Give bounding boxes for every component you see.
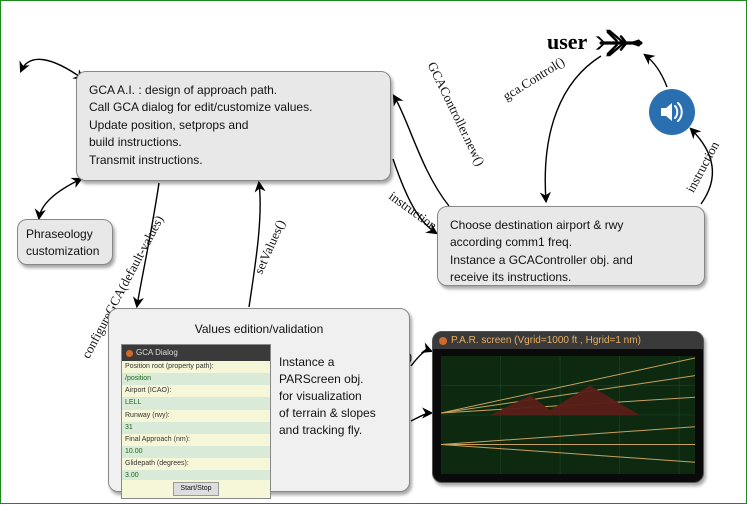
values-desc-line: PARScreen obj. — [279, 371, 397, 388]
values-desc-line: of terrain & slopes — [279, 405, 397, 422]
ai-line: Update position, setprops and — [89, 117, 378, 134]
phraseology-box: Phraseology customization — [17, 219, 113, 265]
user-label: user — [547, 29, 587, 55]
par-screen: P.A.R. screen (Vgrid=1000 ft , Hgrid=1 n… — [432, 331, 704, 483]
start-stop-button[interactable]: Start/Stop — [173, 482, 218, 496]
values-description: Instance a PARScreen obj. for visualizat… — [279, 344, 397, 499]
choose-box: Choose destination airport & rwy accordi… — [437, 206, 705, 286]
dialog-row-value: 10.00 — [122, 446, 270, 458]
dialog-rows: Position root (property path): /position… — [122, 361, 270, 480]
choose-line: receive its instructions. — [450, 269, 692, 286]
choose-line: Choose destination airport & rwy — [450, 217, 692, 234]
ai-line: Call GCA dialog for edit/customize value… — [89, 99, 378, 116]
phrase-line: Phraseology — [26, 226, 104, 243]
dialog-row-value: LELL — [122, 397, 270, 409]
close-icon — [126, 350, 133, 357]
choose-line: Instance a GCAController obj. and — [450, 252, 692, 269]
speaker-icon — [649, 89, 695, 135]
ai-line: Transmit instructions. — [89, 152, 378, 169]
phrase-line: customization — [26, 243, 104, 260]
dialog-row-label: Glidepath (degrees): — [122, 458, 270, 470]
ai-line: GCA A.I. : design of approach path. — [89, 82, 378, 99]
dialog-row-value: 3.00 — [122, 470, 270, 480]
edge-gca-control: gca.Control() — [500, 54, 568, 104]
dialog-title: GCA Dialog — [136, 347, 178, 359]
dialog-row-label: Airport (ICAO): — [122, 385, 270, 397]
dialog-row-value: 31 — [122, 422, 270, 434]
values-box: Values edition/validation GCA Dialog Pos… — [108, 308, 410, 492]
close-icon — [439, 337, 447, 345]
dialog-row-value: /position — [122, 373, 270, 385]
values-desc-line: for visualization — [279, 388, 397, 405]
dialog-row-label: Position root (property path): — [122, 361, 270, 373]
par-body — [441, 356, 695, 474]
ai-line: build instructions. — [89, 134, 378, 151]
par-titlebar: P.A.R. screen (Vgrid=1000 ft , Hgrid=1 n… — [433, 332, 703, 349]
dialog-titlebar: GCA Dialog — [122, 345, 270, 361]
diagram-canvas: user — [0, 0, 747, 504]
par-title: P.A.R. screen (Vgrid=1000 ft , Hgrid=1 n… — [451, 335, 641, 346]
values-desc-line: Instance a — [279, 354, 397, 371]
edge-setvalues-1: setValues() — [251, 217, 289, 276]
edge-instruction-1: instruction — [386, 188, 440, 234]
dialog-row-label: Final Approach (nm): — [122, 434, 270, 446]
edge-instruction-2: instruction — [683, 139, 723, 196]
airplane-icon — [596, 30, 641, 56]
values-title: Values edition/validation — [121, 321, 397, 338]
dialog-row-label: Runway (rwy): — [122, 410, 270, 422]
edge-controller-new: GCAController.new() — [424, 59, 488, 168]
choose-line: according comm1 freq. — [450, 234, 692, 251]
values-desc-line: and tracking fly. — [279, 422, 397, 439]
gca-dialog-mock: GCA Dialog Position root (property path)… — [121, 344, 271, 499]
dialog-footer: Start/Stop — [122, 480, 270, 498]
gca-ai-box: GCA A.I. : design of approach path. Call… — [76, 71, 391, 181]
